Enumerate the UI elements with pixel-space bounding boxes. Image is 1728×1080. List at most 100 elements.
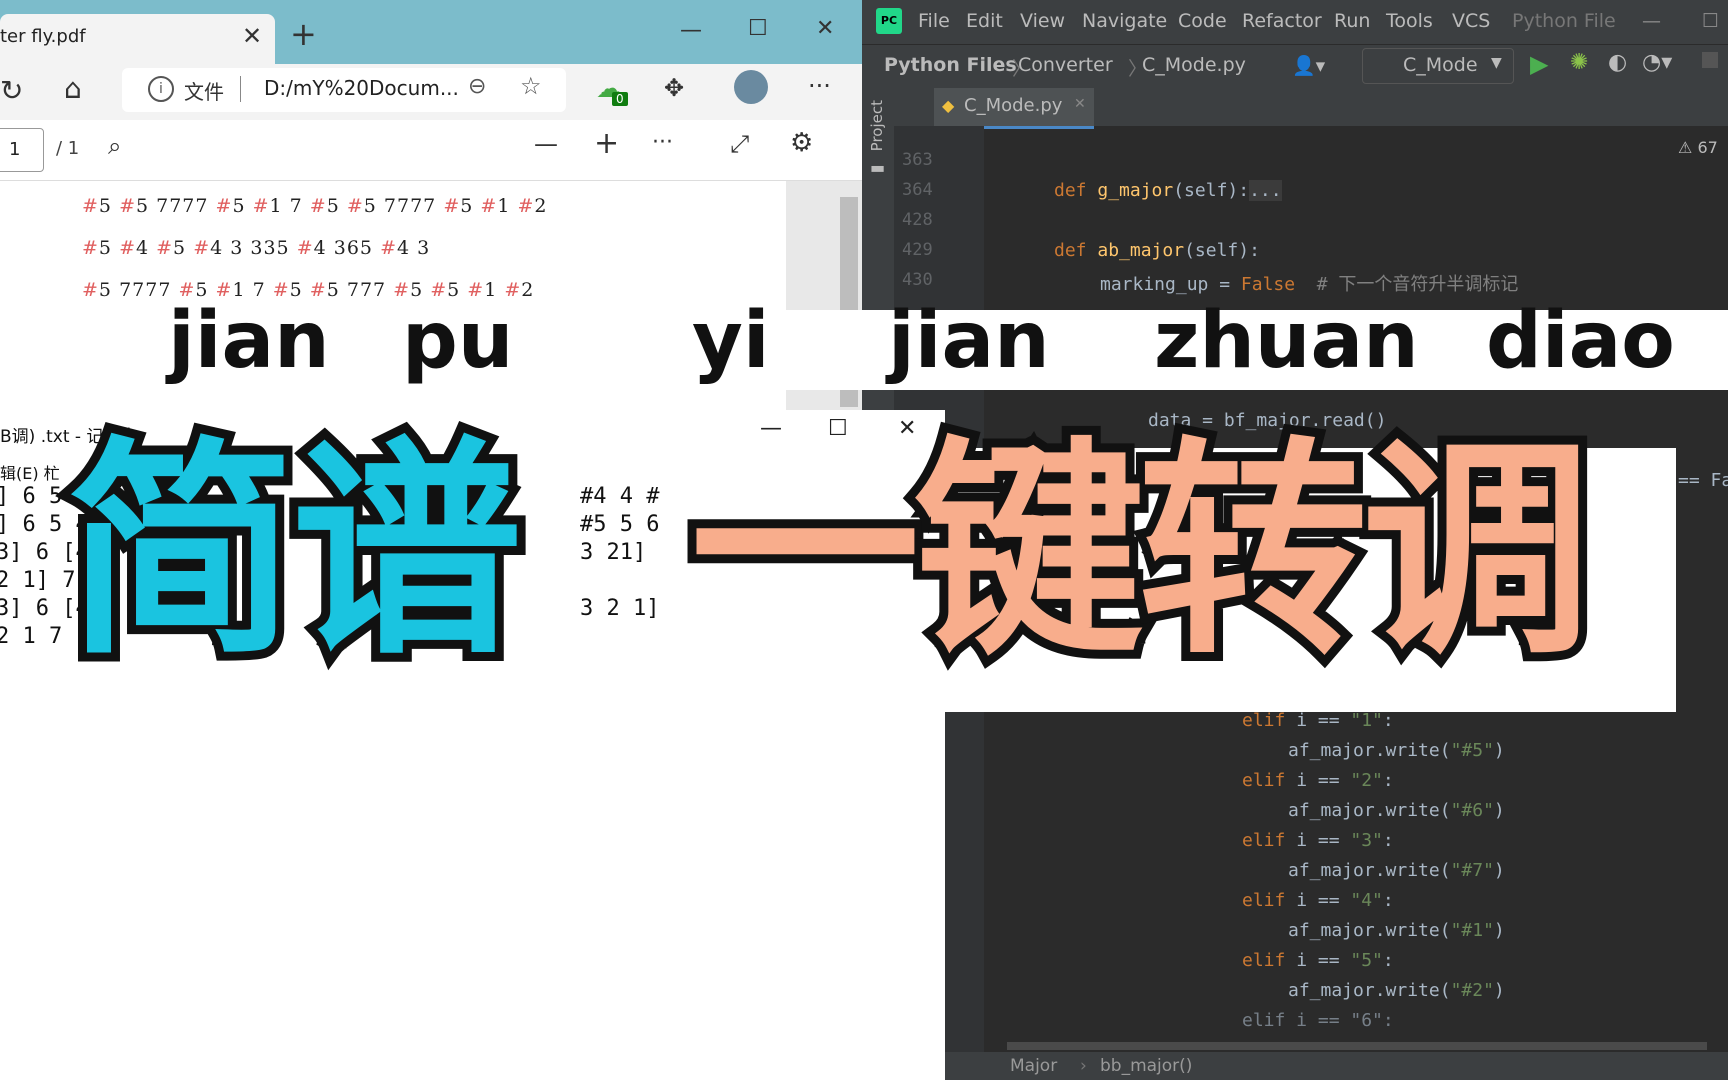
code-line-write[interactable]: af_major.write("#5") [1242,740,1505,770]
close-tab-icon[interactable]: ✕ [242,22,262,50]
ide-status-breadcrumb: Major › bb_major() [862,1052,1728,1080]
code-line-write[interactable]: af_major.write("#6") [1242,800,1505,830]
sharp-sign: # [82,279,99,301]
address-url[interactable]: D:/mY%20Docum... [264,76,459,100]
sharp-sign: # [296,237,314,259]
pinyin-word: zhuan [1154,296,1419,386]
code-line-ab-major[interactable]: def ab_major(self): [1054,240,1260,261]
code-line-elif[interactable]: elif i == "2": [1242,770,1505,800]
code-partial-fa: == Fa [1678,470,1728,491]
menu-vcs[interactable]: VCS [1452,10,1490,32]
new-tab-icon[interactable]: + [290,18,317,50]
title-orange-text: 一键转调 [681,419,1601,686]
editor-tab[interactable]: ◆ C_Mode.py ✕ [934,88,1094,129]
warning-count[interactable]: ⚠ 67 [1678,138,1718,157]
notepad-line [580,568,659,596]
coverage-icon[interactable]: ◐ [1608,50,1627,75]
info-icon[interactable]: i [148,76,174,102]
code-line-elif[interactable]: elif i == "3": [1242,830,1505,860]
breadcrumb-folder[interactable]: Converter [1018,54,1113,76]
stop-icon[interactable] [1702,52,1718,68]
score-notes: 5 [363,195,384,217]
search-icon[interactable]: ⌕ [108,132,121,160]
home-icon[interactable]: ⌂ [64,72,82,105]
zoom-out-icon[interactable]: ⊖ [468,74,486,99]
run-icon[interactable]: ▶ [1530,50,1548,78]
fit-page-icon[interactable]: ⤢ [730,130,749,158]
notepad-menu-edit[interactable]: 辑(E) 杧 [0,460,60,484]
page-current: 1 [9,139,21,160]
score-notes: 4 [396,237,418,259]
extensions-icon[interactable]: ✥ [664,74,684,102]
code-line-write[interactable]: af_major.write("#1") [1242,920,1505,950]
ide-maximize-icon[interactable]: ☐ [1702,10,1719,32]
code-line-elif[interactable]: elif i == "4": [1242,890,1505,920]
menu-edit[interactable]: Edit [966,10,1003,32]
code-function-name: g_major [1097,180,1174,201]
sharp-sign: # [82,195,99,217]
menu-refactor[interactable]: Refactor [1242,10,1322,32]
sharp-sign: # [156,237,174,259]
minimize-icon[interactable]: — [680,20,702,42]
pinyin-word: yi [692,296,770,386]
ide-minimize-icon[interactable]: — [1642,10,1661,32]
code-line-marking[interactable]: marking_up = False # 下一个音符升半调标记 [1100,270,1518,296]
title-blue-text: 简谱 [57,419,531,686]
zoom-in-button[interactable]: + [594,126,619,161]
line-number: 428 [902,210,933,230]
score-notes: 2 [534,195,548,217]
code-fold-placeholder[interactable]: ... [1249,180,1282,201]
favorite-icon[interactable]: ☆ [520,72,542,100]
status-crumb-class[interactable]: Major [1010,1056,1057,1076]
code-assign: marking_up = [1100,274,1241,295]
address-bar[interactable]: i 文件 D:/mY%20Docum... ⊖ ☆ [122,68,566,112]
close-window-icon[interactable]: ✕ [816,18,834,40]
more-menu-icon[interactable]: ··· [808,72,831,100]
menu-run[interactable]: Run [1334,10,1370,32]
breadcrumb-file[interactable]: C_Mode.py [1142,54,1246,76]
code-false: False [1240,274,1296,295]
sharp-sign: # [443,195,461,217]
notepad-text-right[interactable]: #4 4 # #5 5 6 3 21] 3 2 1] [580,484,659,652]
menu-tools[interactable]: Tools [1386,10,1433,32]
close-editor-tab-icon[interactable]: ✕ [1074,96,1086,112]
maximize-icon[interactable]: ☐ [748,18,768,40]
sharp-sign: # [252,195,270,217]
editor-hscrollbar[interactable] [1007,1042,1707,1050]
user-icon[interactable]: 👤▾ [1292,54,1325,77]
avatar[interactable] [734,70,768,104]
editor-tab-title: C_Mode.py [964,95,1063,116]
zoom-out-button[interactable]: — [534,130,558,158]
line-number: 430 [902,270,933,290]
run-config-select[interactable]: C_Mode ▼ [1362,48,1514,84]
profile-icon[interactable]: ◔▾ [1642,50,1672,75]
ide-menu-bar: PC File Edit View Navigate Code Refactor… [862,0,1728,44]
menu-navigate[interactable]: Navigate [1082,10,1167,32]
browser-tab[interactable]: ter fly.pdf ✕ [0,14,275,64]
code-line-write[interactable]: af_major.write("#7") [1242,860,1505,890]
page-number-input[interactable]: 1 [0,128,44,172]
status-crumb-method[interactable]: bb_major() [1100,1056,1192,1076]
notepad-line: #4 4 # [580,484,660,509]
menu-view[interactable]: View [1020,10,1065,32]
debug-icon[interactable]: ✺ [1570,50,1588,75]
code-line-g-major[interactable]: def g_major(self):... [1054,180,1282,201]
code-line-write[interactable]: af_major.write("#2") [1242,980,1505,1010]
refresh-icon[interactable]: ↻ [0,74,23,107]
breadcrumb-project[interactable]: Python Files [884,54,1017,76]
code-args: (self): [1184,240,1260,261]
pdf-more-icon[interactable]: ··· [652,130,673,155]
project-tool-label[interactable]: Project [868,100,886,151]
menu-code[interactable]: Code [1178,10,1227,32]
score-notes: 5 [135,195,157,217]
code-line-elif[interactable]: elif i == "5": [1242,950,1505,980]
code-line-elif[interactable]: elif i == "1": [1242,710,1505,740]
settings-gear-icon[interactable]: ⚙ [790,128,813,158]
sharp-sign: # [309,195,327,217]
line-number: 363 [902,150,933,170]
menu-file[interactable]: File [918,10,950,32]
address-prefix: 文件 [184,80,224,104]
folder-icon: ▬ [870,158,886,177]
code-comment: # 下一个音符升半调标记 [1295,274,1519,295]
pinyin-word: jian [168,296,330,386]
